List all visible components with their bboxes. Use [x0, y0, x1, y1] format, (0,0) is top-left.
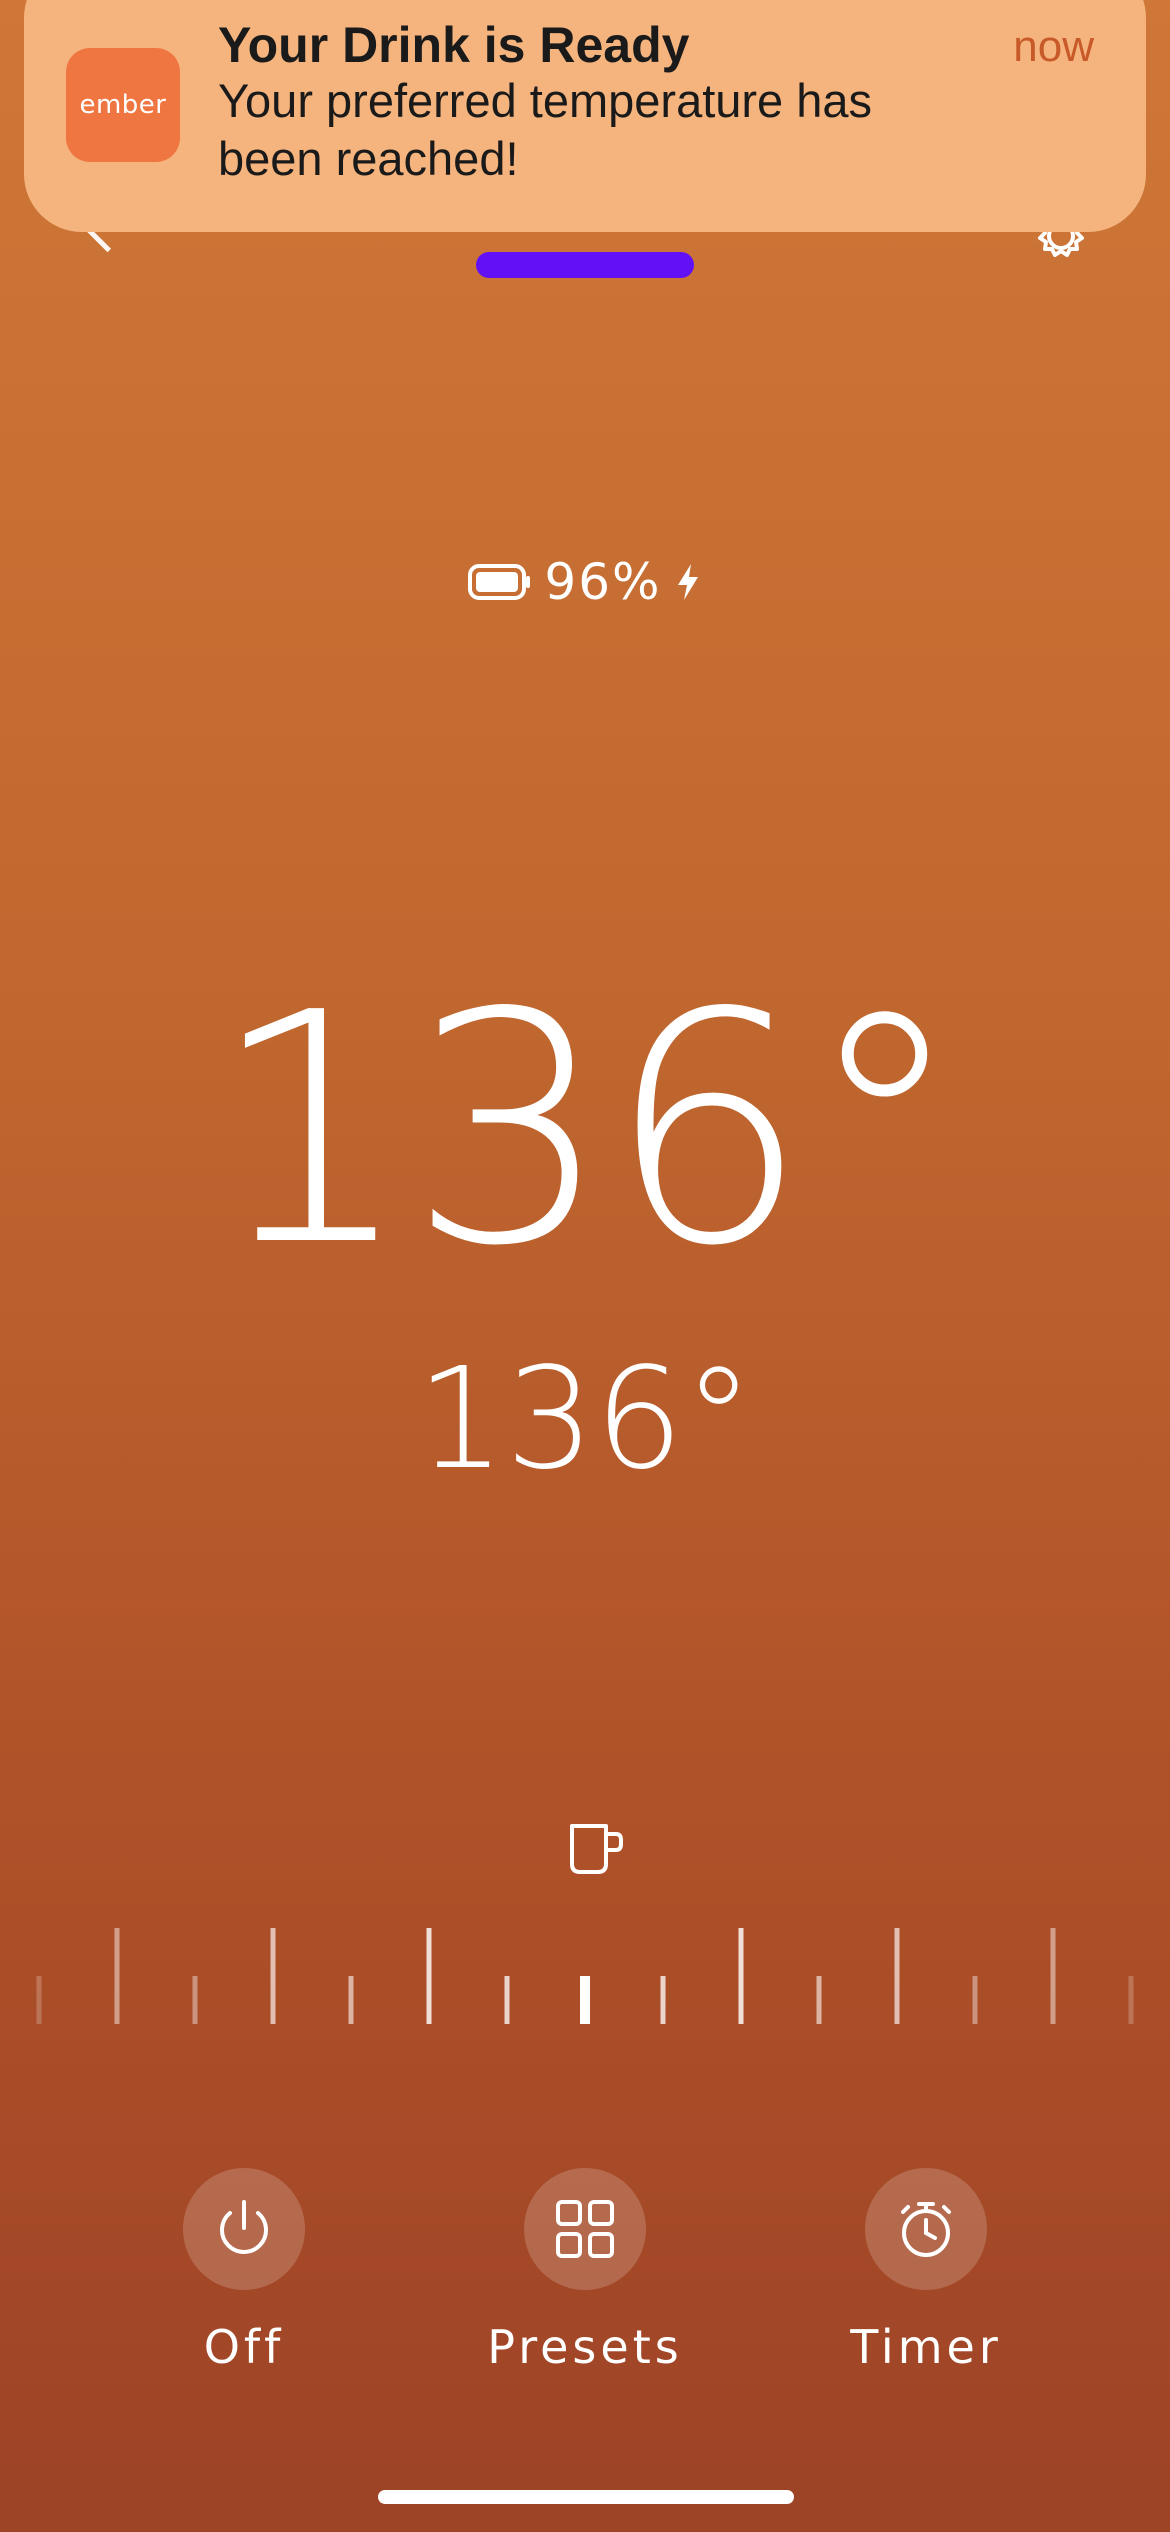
home-indicator[interactable]	[378, 2490, 794, 2504]
notification-body: Your preferred temperature has been reac…	[218, 74, 873, 185]
off-button[interactable]	[183, 2168, 305, 2290]
off-control[interactable]: Off	[84, 2168, 404, 2374]
timer-control[interactable]: Timer	[766, 2168, 1086, 2374]
battery-icon	[468, 564, 531, 600]
notification-banner[interactable]: ember Your Drink is Ready now Your prefe…	[24, 0, 1146, 232]
battery-percent: 96%	[544, 553, 662, 611]
app-icon-label: ember	[79, 90, 167, 120]
presets-button[interactable]	[524, 2168, 646, 2290]
notification-time: now	[1013, 22, 1094, 71]
battery-status: 96%	[0, 552, 1170, 612]
target-temperature: 136°	[416, 1338, 754, 1501]
timer-label: Timer	[850, 2320, 1002, 2374]
current-temperature: 136°	[210, 945, 964, 1315]
presets-control[interactable]: Presets	[425, 2168, 745, 2374]
off-label: Off	[203, 2320, 285, 2374]
grid-icon	[556, 2200, 614, 2258]
ember-app-icon: ember	[66, 48, 180, 162]
stopwatch-icon	[901, 2202, 951, 2257]
mug-icon	[570, 1824, 623, 1874]
presets-label: Presets	[487, 2320, 683, 2374]
timer-button[interactable]	[865, 2168, 987, 2290]
temperature-slider[interactable]	[0, 1920, 1170, 2030]
power-icon	[220, 2200, 268, 2254]
charging-bolt-icon	[677, 564, 698, 600]
device-color-indicator	[476, 252, 694, 278]
notification-title: Your Drink is Ready	[218, 17, 690, 73]
slider-ticks	[36, 1928, 1134, 2024]
